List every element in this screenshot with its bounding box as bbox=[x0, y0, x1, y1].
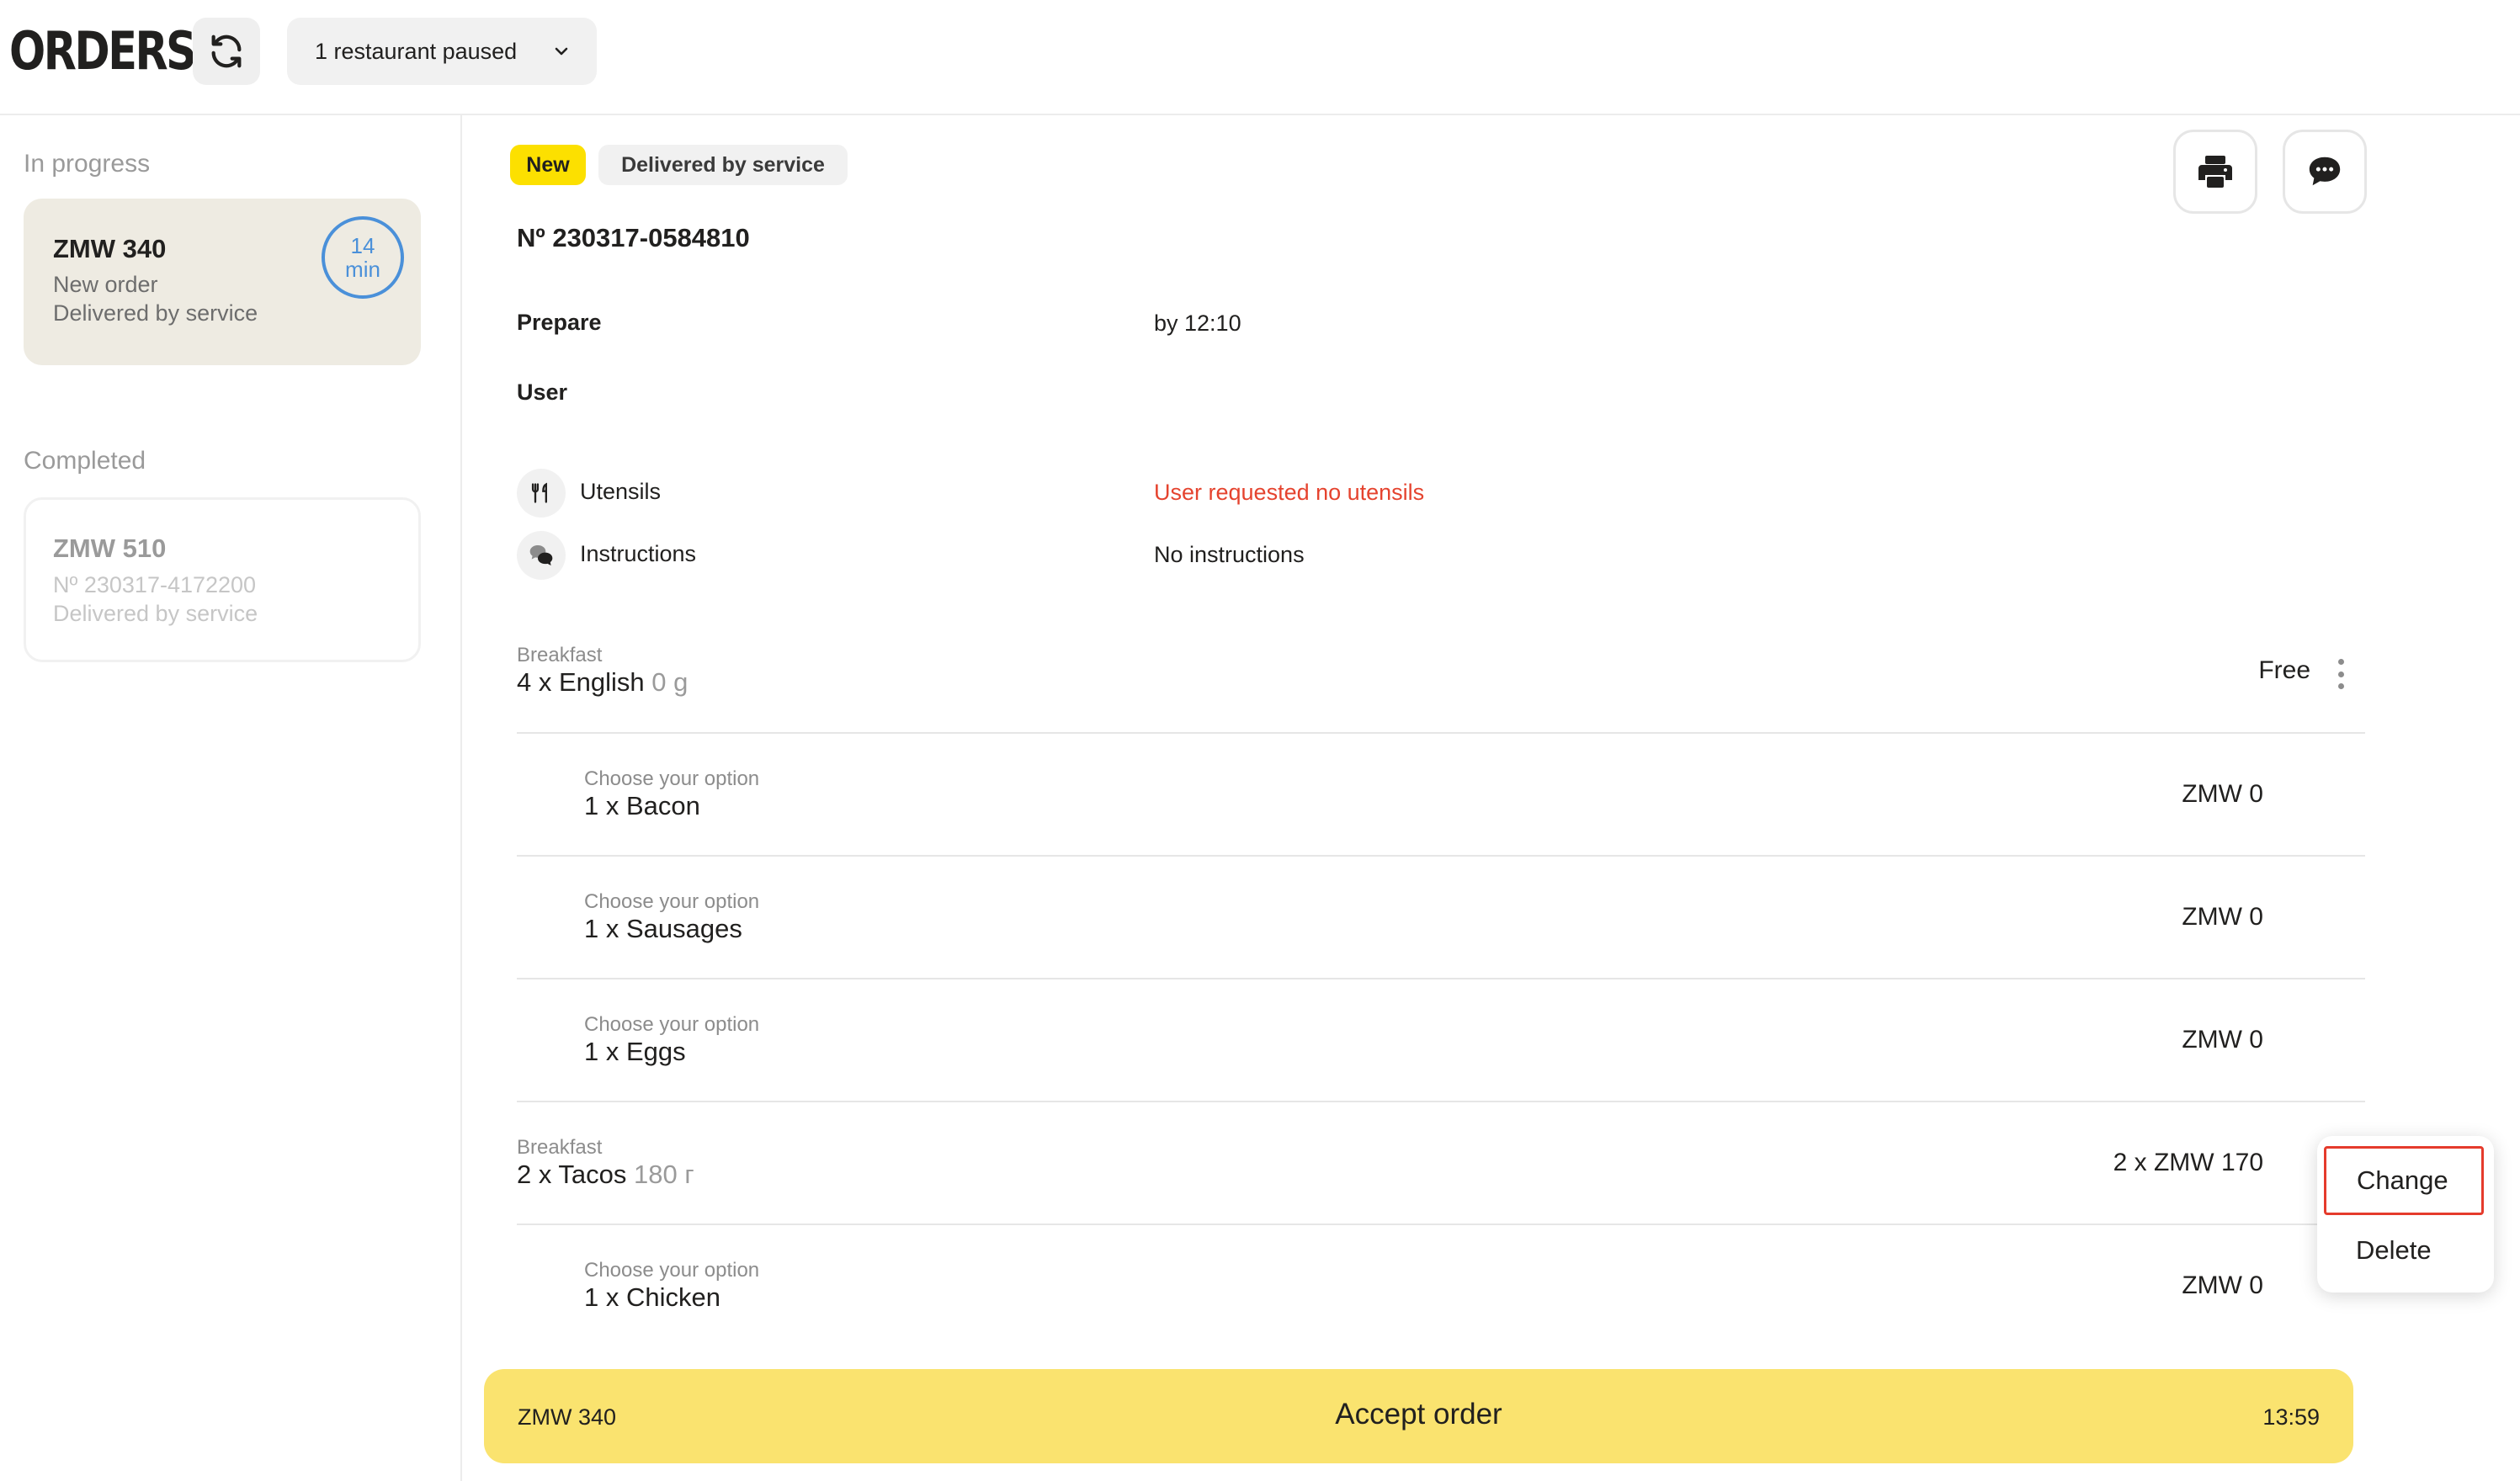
app-logo: ORDERS bbox=[9, 20, 197, 82]
order-number: Nº 230317-0584810 bbox=[517, 223, 750, 252]
item-category: Breakfast bbox=[517, 644, 603, 666]
instructions-label: Instructions bbox=[580, 541, 697, 566]
item-name-text: 4 x English bbox=[517, 667, 645, 697]
option-price: ZMW 0 bbox=[2182, 780, 2263, 808]
speech-bubbles-icon bbox=[529, 545, 553, 565]
divider bbox=[517, 1224, 2365, 1225]
divider bbox=[517, 1101, 2365, 1102]
kebab-dot bbox=[2337, 659, 2344, 665]
utensils-icon bbox=[531, 482, 547, 503]
option-name: 1 x Bacon bbox=[584, 791, 700, 820]
restaurant-paused-dropdown[interactable]: 1 restaurant paused bbox=[287, 18, 597, 85]
item-context-menu: Change Delete bbox=[2317, 1136, 2494, 1293]
order-card-status: New order bbox=[53, 272, 158, 297]
option-category: Choose your option bbox=[584, 890, 760, 913]
option-name: 1 x Eggs bbox=[584, 1037, 686, 1066]
option-category: Choose your option bbox=[584, 1013, 760, 1036]
orders-sidebar: In progress ZMW 340 New order Delivered … bbox=[0, 115, 462, 1481]
in-progress-heading: In progress bbox=[24, 150, 151, 178]
timer-value: 14 bbox=[350, 233, 375, 258]
item-category: Breakfast bbox=[517, 1136, 603, 1159]
order-card-delivery: Delivered by service bbox=[53, 601, 258, 626]
utensils-label: Utensils bbox=[580, 479, 662, 504]
accept-order-label: Accept order bbox=[1335, 1398, 1502, 1431]
item-weight: 0 g bbox=[651, 667, 688, 697]
option-price: ZMW 0 bbox=[2182, 1271, 2263, 1299]
item-name-text: 2 x Tacos bbox=[517, 1160, 627, 1189]
order-timer: 14 min bbox=[322, 216, 404, 299]
top-bar: ORDERS 1 restaurant paused bbox=[0, 0, 2520, 115]
utensils-icon-wrap bbox=[517, 469, 566, 518]
divider bbox=[517, 732, 2365, 734]
accept-order-button[interactable]: ZMW 340 Accept order 13:59 bbox=[484, 1369, 2353, 1463]
delete-menu-item[interactable]: Delete bbox=[2317, 1229, 2494, 1272]
accept-countdown: 13:59 bbox=[2262, 1404, 2320, 1430]
refresh-icon bbox=[211, 35, 242, 68]
item-weight: 180 г bbox=[634, 1160, 694, 1189]
option-price: ZMW 0 bbox=[2182, 903, 2263, 931]
chat-icon bbox=[2309, 157, 2341, 186]
user-label: User bbox=[517, 380, 568, 405]
utensils-value: User requested no utensils bbox=[1154, 480, 1425, 505]
instructions-value: No instructions bbox=[1154, 542, 1305, 567]
order-detail: New Delivered by service Nº 230317-05848… bbox=[464, 115, 2520, 1481]
change-menu-item[interactable]: Change bbox=[2324, 1146, 2484, 1215]
prepare-value: by 12:10 bbox=[1154, 311, 1241, 336]
order-card-title: ZMW 340 bbox=[53, 234, 167, 263]
option-name: 1 x Chicken bbox=[584, 1282, 720, 1312]
printer-icon bbox=[2198, 156, 2232, 188]
item-price: 2 x ZMW 170 bbox=[2113, 1149, 2263, 1176]
option-category: Choose your option bbox=[584, 1259, 760, 1282]
item-name: 2 x Tacos 180 г bbox=[517, 1160, 694, 1190]
option-name: 1 x Sausages bbox=[584, 914, 742, 943]
instructions-icon-wrap bbox=[517, 531, 566, 580]
kebab-dot bbox=[2337, 683, 2344, 689]
option-price: ZMW 0 bbox=[2182, 1026, 2263, 1054]
divider bbox=[517, 855, 2365, 857]
chevron-down-icon bbox=[555, 47, 568, 56]
item-menu-button[interactable] bbox=[2332, 657, 2349, 691]
order-card-title: ZMW 510 bbox=[53, 533, 167, 563]
order-card-active[interactable]: ZMW 340 New order Delivered by service 1… bbox=[24, 199, 421, 365]
completed-heading: Completed bbox=[24, 447, 146, 475]
order-card-delivery: Delivered by service bbox=[53, 300, 258, 326]
item-price: Free bbox=[2258, 656, 2310, 684]
refresh-button[interactable] bbox=[193, 18, 260, 85]
paused-label: 1 restaurant paused bbox=[315, 38, 518, 64]
delivery-badge: Delivered by service bbox=[598, 145, 848, 185]
option-category: Choose your option bbox=[584, 767, 760, 790]
item-name: 4 x English 0 g bbox=[517, 667, 688, 698]
order-card-number: Nº 230317-4172200 bbox=[53, 572, 257, 597]
timer-unit: min bbox=[345, 257, 380, 282]
divider bbox=[517, 978, 2365, 979]
status-badge-new: New bbox=[510, 145, 586, 185]
kebab-dot bbox=[2337, 671, 2344, 677]
chat-button[interactable] bbox=[2283, 130, 2367, 214]
print-button[interactable] bbox=[2173, 130, 2257, 214]
prepare-label: Prepare bbox=[517, 310, 602, 335]
order-card-completed[interactable]: ZMW 510 Nº 230317-4172200 Delivered by s… bbox=[24, 497, 421, 662]
